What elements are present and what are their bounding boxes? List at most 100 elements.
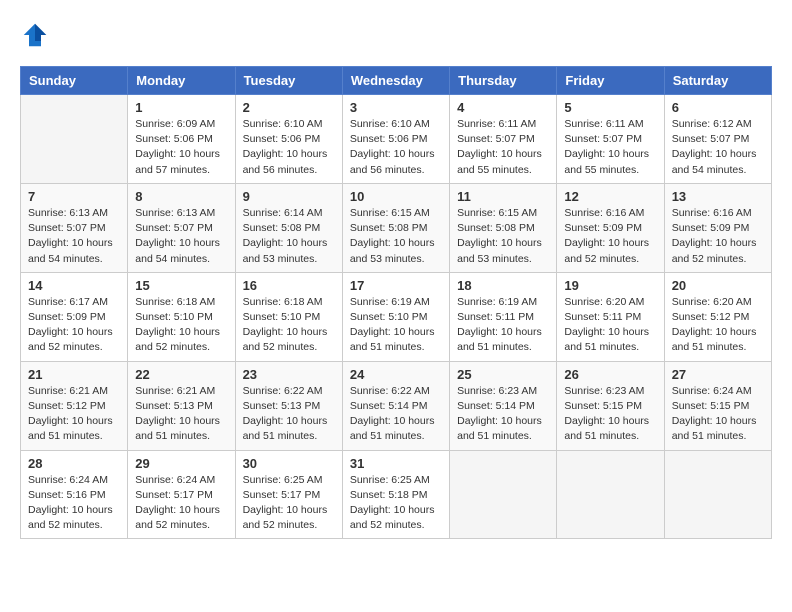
daylight-text: Daylight: 10 hours and 51 minutes. — [457, 326, 542, 353]
sunset-text: Sunset: 5:10 PM — [135, 311, 213, 323]
day-number: 5 — [564, 100, 656, 115]
day-number: 22 — [135, 367, 227, 382]
sunset-text: Sunset: 5:06 PM — [135, 133, 213, 145]
calendar-day-header: Saturday — [664, 67, 771, 95]
logo — [20, 20, 56, 50]
calendar-week-row: 21 Sunrise: 6:21 AM Sunset: 5:12 PM Dayl… — [21, 361, 772, 450]
daylight-text: Daylight: 10 hours and 52 minutes. — [672, 237, 757, 264]
day-number: 11 — [457, 189, 549, 204]
sunset-text: Sunset: 5:09 PM — [564, 222, 642, 234]
sunrise-text: Sunrise: 6:13 AM — [135, 207, 215, 219]
day-info: Sunrise: 6:11 AM Sunset: 5:07 PM Dayligh… — [564, 117, 656, 178]
day-number: 8 — [135, 189, 227, 204]
page-header — [20, 20, 772, 50]
sunrise-text: Sunrise: 6:19 AM — [350, 296, 430, 308]
sunrise-text: Sunrise: 6:17 AM — [28, 296, 108, 308]
day-info: Sunrise: 6:09 AM Sunset: 5:06 PM Dayligh… — [135, 117, 227, 178]
sunrise-text: Sunrise: 6:13 AM — [28, 207, 108, 219]
sunset-text: Sunset: 5:10 PM — [350, 311, 428, 323]
day-info: Sunrise: 6:24 AM Sunset: 5:15 PM Dayligh… — [672, 384, 764, 445]
sunset-text: Sunset: 5:17 PM — [243, 489, 321, 501]
calendar-day-cell — [664, 450, 771, 539]
day-info: Sunrise: 6:17 AM Sunset: 5:09 PM Dayligh… — [28, 295, 120, 356]
sunrise-text: Sunrise: 6:15 AM — [350, 207, 430, 219]
sunset-text: Sunset: 5:07 PM — [672, 133, 750, 145]
calendar-day-cell: 21 Sunrise: 6:21 AM Sunset: 5:12 PM Dayl… — [21, 361, 128, 450]
daylight-text: Daylight: 10 hours and 52 minutes. — [243, 326, 328, 353]
day-number: 2 — [243, 100, 335, 115]
calendar-day-header: Thursday — [450, 67, 557, 95]
sunset-text: Sunset: 5:11 PM — [564, 311, 641, 323]
calendar-day-header: Wednesday — [342, 67, 449, 95]
calendar-day-cell — [21, 95, 128, 184]
day-info: Sunrise: 6:24 AM Sunset: 5:17 PM Dayligh… — [135, 473, 227, 534]
sunset-text: Sunset: 5:09 PM — [672, 222, 750, 234]
calendar-day-cell: 17 Sunrise: 6:19 AM Sunset: 5:10 PM Dayl… — [342, 272, 449, 361]
sunset-text: Sunset: 5:11 PM — [457, 311, 534, 323]
day-number: 30 — [243, 456, 335, 471]
day-number: 12 — [564, 189, 656, 204]
calendar-day-cell: 20 Sunrise: 6:20 AM Sunset: 5:12 PM Dayl… — [664, 272, 771, 361]
calendar-day-cell: 12 Sunrise: 6:16 AM Sunset: 5:09 PM Dayl… — [557, 183, 664, 272]
calendar-day-cell: 28 Sunrise: 6:24 AM Sunset: 5:16 PM Dayl… — [21, 450, 128, 539]
day-number: 25 — [457, 367, 549, 382]
daylight-text: Daylight: 10 hours and 51 minutes. — [243, 415, 328, 442]
day-info: Sunrise: 6:20 AM Sunset: 5:12 PM Dayligh… — [672, 295, 764, 356]
sunrise-text: Sunrise: 6:16 AM — [564, 207, 644, 219]
daylight-text: Daylight: 10 hours and 53 minutes. — [350, 237, 435, 264]
day-info: Sunrise: 6:15 AM Sunset: 5:08 PM Dayligh… — [350, 206, 442, 267]
sunrise-text: Sunrise: 6:20 AM — [564, 296, 644, 308]
calendar-day-cell: 9 Sunrise: 6:14 AM Sunset: 5:08 PM Dayli… — [235, 183, 342, 272]
sunrise-text: Sunrise: 6:21 AM — [135, 385, 215, 397]
daylight-text: Daylight: 10 hours and 51 minutes. — [350, 326, 435, 353]
calendar-day-cell: 3 Sunrise: 6:10 AM Sunset: 5:06 PM Dayli… — [342, 95, 449, 184]
calendar-day-cell: 16 Sunrise: 6:18 AM Sunset: 5:10 PM Dayl… — [235, 272, 342, 361]
sunrise-text: Sunrise: 6:11 AM — [457, 118, 536, 130]
sunset-text: Sunset: 5:13 PM — [135, 400, 213, 412]
sunset-text: Sunset: 5:15 PM — [672, 400, 750, 412]
day-info: Sunrise: 6:10 AM Sunset: 5:06 PM Dayligh… — [243, 117, 335, 178]
sunset-text: Sunset: 5:17 PM — [135, 489, 213, 501]
sunrise-text: Sunrise: 6:24 AM — [28, 474, 108, 486]
sunrise-text: Sunrise: 6:23 AM — [457, 385, 537, 397]
sunrise-text: Sunrise: 6:22 AM — [350, 385, 430, 397]
daylight-text: Daylight: 10 hours and 52 minutes. — [28, 504, 113, 531]
daylight-text: Daylight: 10 hours and 54 minutes. — [135, 237, 220, 264]
calendar-day-header: Sunday — [21, 67, 128, 95]
day-info: Sunrise: 6:23 AM Sunset: 5:14 PM Dayligh… — [457, 384, 549, 445]
calendar-day-cell: 4 Sunrise: 6:11 AM Sunset: 5:07 PM Dayli… — [450, 95, 557, 184]
calendar-day-cell: 31 Sunrise: 6:25 AM Sunset: 5:18 PM Dayl… — [342, 450, 449, 539]
calendar-week-row: 7 Sunrise: 6:13 AM Sunset: 5:07 PM Dayli… — [21, 183, 772, 272]
calendar-day-header: Friday — [557, 67, 664, 95]
sunset-text: Sunset: 5:08 PM — [243, 222, 321, 234]
logo-icon — [20, 20, 50, 50]
day-number: 6 — [672, 100, 764, 115]
sunset-text: Sunset: 5:08 PM — [457, 222, 535, 234]
calendar-week-row: 28 Sunrise: 6:24 AM Sunset: 5:16 PM Dayl… — [21, 450, 772, 539]
day-number: 10 — [350, 189, 442, 204]
daylight-text: Daylight: 10 hours and 52 minutes. — [135, 326, 220, 353]
calendar-day-cell: 1 Sunrise: 6:09 AM Sunset: 5:06 PM Dayli… — [128, 95, 235, 184]
sunrise-text: Sunrise: 6:25 AM — [243, 474, 323, 486]
sunrise-text: Sunrise: 6:24 AM — [672, 385, 752, 397]
calendar-day-cell: 7 Sunrise: 6:13 AM Sunset: 5:07 PM Dayli… — [21, 183, 128, 272]
day-number: 1 — [135, 100, 227, 115]
calendar-day-header: Tuesday — [235, 67, 342, 95]
sunset-text: Sunset: 5:06 PM — [243, 133, 321, 145]
day-number: 7 — [28, 189, 120, 204]
daylight-text: Daylight: 10 hours and 54 minutes. — [28, 237, 113, 264]
calendar-day-cell: 29 Sunrise: 6:24 AM Sunset: 5:17 PM Dayl… — [128, 450, 235, 539]
day-number: 13 — [672, 189, 764, 204]
daylight-text: Daylight: 10 hours and 51 minutes. — [672, 415, 757, 442]
sunrise-text: Sunrise: 6:14 AM — [243, 207, 323, 219]
day-info: Sunrise: 6:18 AM Sunset: 5:10 PM Dayligh… — [135, 295, 227, 356]
day-number: 29 — [135, 456, 227, 471]
sunrise-text: Sunrise: 6:21 AM — [28, 385, 108, 397]
day-info: Sunrise: 6:12 AM Sunset: 5:07 PM Dayligh… — [672, 117, 764, 178]
daylight-text: Daylight: 10 hours and 53 minutes. — [457, 237, 542, 264]
day-number: 18 — [457, 278, 549, 293]
day-number: 31 — [350, 456, 442, 471]
day-number: 15 — [135, 278, 227, 293]
calendar-week-row: 1 Sunrise: 6:09 AM Sunset: 5:06 PM Dayli… — [21, 95, 772, 184]
daylight-text: Daylight: 10 hours and 51 minutes. — [28, 415, 113, 442]
